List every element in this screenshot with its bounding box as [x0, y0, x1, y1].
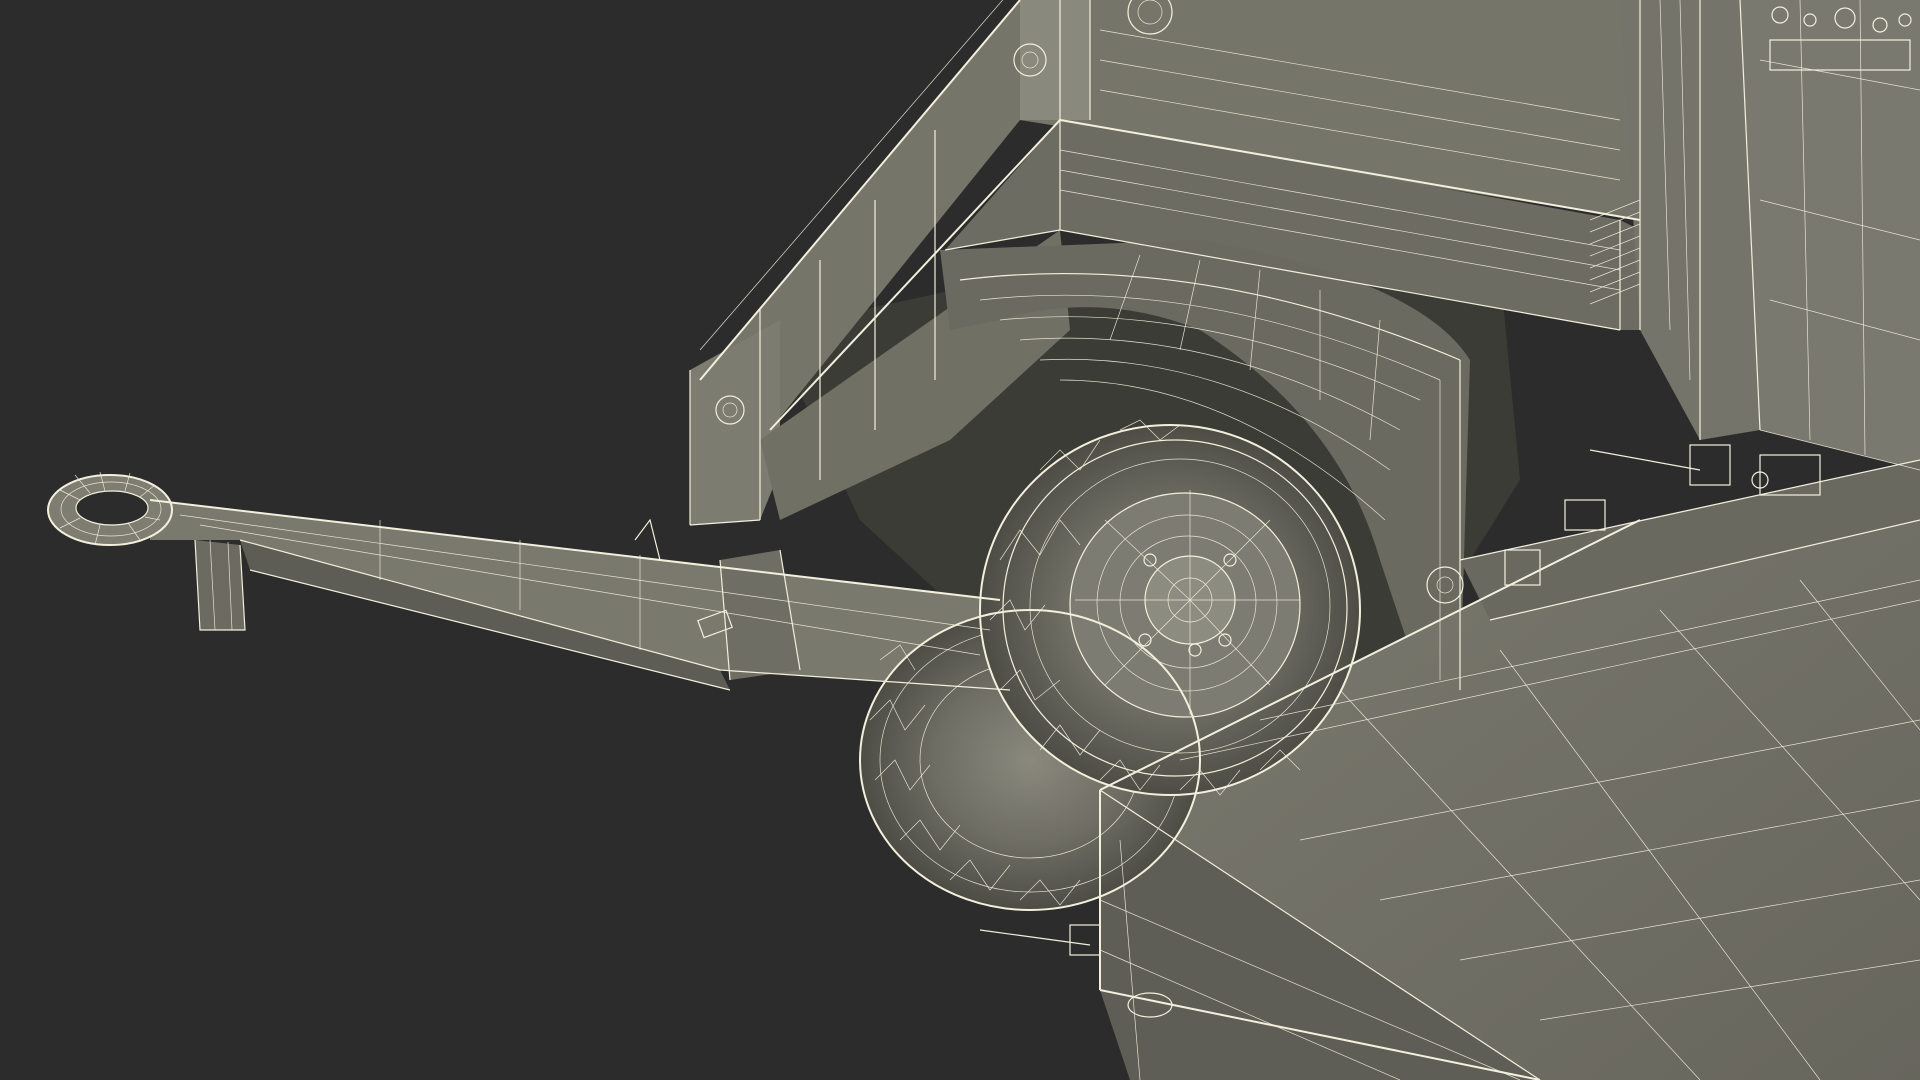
hitch-post — [195, 540, 245, 630]
tow-bar-connector — [720, 550, 800, 680]
wireframe-trailer-render — [47, 0, 1920, 1080]
render-viewport — [0, 0, 1920, 1080]
upper-deck-top-rim — [1020, 0, 1090, 120]
